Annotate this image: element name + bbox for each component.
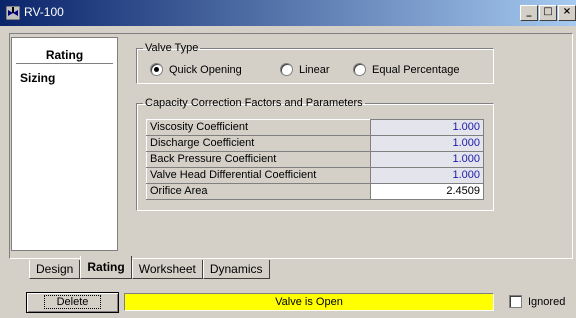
radio-equal-percentage-label: Equal Percentage: [372, 63, 460, 76]
valve-type-legend: Valve Type: [145, 42, 199, 54]
tab-worksheet[interactable]: Worksheet: [131, 260, 203, 279]
parameter-label: Valve Head Differential Coefficient: [146, 167, 371, 184]
radio-linear-label: Linear: [299, 63, 330, 76]
page-list-header: Rating: [45, 48, 84, 62]
radio-icon: [280, 63, 293, 76]
page-list-item-sizing[interactable]: Sizing: [20, 71, 55, 85]
tab-dynamics[interactable]: Dynamics: [202, 260, 270, 279]
table-row: Orifice Area 2.4509: [146, 183, 485, 200]
capacity-correction-legend: Capacity Correction Factors and Paramete…: [145, 97, 363, 109]
parameter-label: Back Pressure Coefficient: [146, 151, 371, 168]
radio-equal-percentage[interactable]: Equal Percentage: [353, 63, 459, 76]
ignored-label: Ignored: [528, 295, 566, 308]
ignored-checkbox[interactable]: Ignored: [509, 295, 565, 308]
radio-selected-icon: [150, 63, 163, 76]
close-button[interactable]: ×: [558, 5, 576, 21]
radio-icon: [353, 63, 366, 76]
title-bar[interactable]: RV-100 _ □ ×: [0, 0, 576, 26]
delete-button[interactable]: Delete: [26, 292, 119, 313]
radio-quick-opening-label: Quick Opening: [169, 63, 242, 76]
tab-design[interactable]: Design: [29, 260, 81, 279]
table-row: Viscosity Coefficient 1.000: [146, 119, 485, 136]
radio-quick-opening[interactable]: Quick Opening: [150, 63, 242, 76]
table-row: Discharge Coefficient 1.000: [146, 135, 485, 152]
valve-app-icon: [6, 6, 20, 20]
rating-page-list: Rating Sizing: [11, 37, 118, 251]
radio-linear[interactable]: Linear: [280, 63, 330, 76]
status-bar: Valve is Open: [124, 293, 494, 311]
delete-button-label: Delete: [43, 295, 102, 309]
rv-100-window: RV-100 _ □ × Rating Sizing Valve Type Qu…: [0, 0, 576, 318]
window-title: RV-100: [24, 5, 64, 19]
page-list-divider: [16, 63, 113, 64]
maximize-button[interactable]: □: [539, 5, 557, 21]
discharge-coefficient-field[interactable]: 1.000: [369, 135, 485, 152]
checkbox-icon: [509, 295, 522, 308]
parameter-label: Discharge Coefficient: [146, 135, 371, 152]
orifice-area-field[interactable]: 2.4509: [369, 183, 485, 200]
parameter-label: Viscosity Coefficient: [146, 119, 371, 136]
table-row: Valve Head Differential Coefficient 1.00…: [146, 167, 485, 184]
capacity-parameters-table: Viscosity Coefficient 1.000 Discharge Co…: [146, 119, 485, 200]
table-row: Back Pressure Coefficient 1.000: [146, 151, 485, 168]
valve-head-differential-coefficient-field[interactable]: 1.000: [369, 167, 485, 184]
minimize-button[interactable]: _: [520, 5, 538, 21]
parameter-label: Orifice Area: [146, 183, 371, 200]
viscosity-coefficient-field[interactable]: 1.000: [369, 119, 485, 136]
tab-strip: Design Rating Worksheet Dynamics: [29, 256, 270, 279]
tab-rating[interactable]: Rating: [80, 256, 132, 279]
back-pressure-coefficient-field[interactable]: 1.000: [369, 151, 485, 168]
